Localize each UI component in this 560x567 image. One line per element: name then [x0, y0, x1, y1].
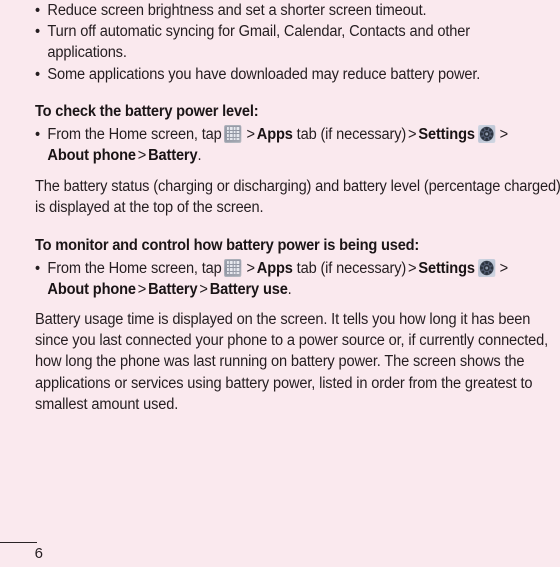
apps-tab-label: Apps [256, 125, 293, 143]
battery-label: Battery [148, 280, 198, 298]
paragraph-battery-status: The battery status (charging or discharg… [35, 178, 560, 217]
list-item-label: Reduce screen brightness and set a short… [47, 2, 427, 19]
page-content: • Reduce screen brightness and set a sho… [35, 0, 560, 415]
paragraph-battery-usage: Battery usage time is displayed on the s… [35, 311, 548, 413]
settings-label: Settings [418, 259, 475, 277]
tab-note: tab (if necessary) [296, 259, 407, 277]
footer-divider [0, 542, 37, 543]
tab-note: tab (if necessary) [296, 125, 407, 143]
period: . [287, 280, 292, 298]
section-heading-check-battery: To check the battery power level: [35, 102, 259, 120]
page-footer: 6 [0, 533, 560, 567]
about-phone-label: About phone [47, 280, 136, 298]
separator-gt: > [408, 125, 417, 143]
about-phone-label: About phone [47, 147, 136, 165]
separator-gt: > [499, 259, 509, 277]
apps-grid-icon [224, 124, 242, 143]
separator-gt: > [499, 125, 509, 143]
bullet-glyph: • [35, 125, 40, 143]
bullet-glyph: • [35, 65, 40, 83]
battery-tips-list: • Reduce screen brightness and set a sho… [35, 0, 560, 85]
manual-page: • Reduce screen brightness and set a sho… [0, 0, 560, 567]
settings-label: Settings [418, 125, 475, 143]
step-item-monitor-battery-continued: About phone > Battery > Battery use. [35, 279, 541, 300]
bullet-glyph: • [35, 259, 40, 277]
separator-gt: > [199, 280, 208, 298]
separator-gt: > [137, 147, 147, 165]
bullet-glyph: • [35, 23, 40, 41]
apps-grid-icon [224, 258, 242, 277]
step-lead-text: From the Home screen, tap [47, 125, 222, 143]
battery-use-label: Battery use [209, 280, 288, 298]
list-item-label: Turn off automatic syncing for Gmail, Ca… [47, 23, 470, 62]
bullet-glyph: • [35, 2, 40, 19]
step-lead-text: From the Home screen, tap [47, 259, 222, 277]
page-number: 6 [34, 545, 43, 562]
separator-gt: > [137, 280, 147, 298]
list-item: • Turn off automatic syncing for Gmail, … [35, 21, 541, 63]
gear-icon [477, 124, 495, 143]
list-item: • Reduce screen brightness and set a sho… [35, 0, 541, 21]
apps-tab-label: Apps [256, 259, 293, 277]
separator-gt: > [246, 259, 255, 277]
period: . [197, 147, 202, 165]
step-item-check-battery: • From the Home screen, tap > Apps tab (if … [35, 124, 541, 145]
step-item-monitor-battery: • From the Home screen, tap > Apps tab (if … [35, 258, 541, 279]
gear-icon [477, 258, 495, 277]
step-item-check-battery-continued: About phone > Battery. [35, 145, 541, 166]
list-item: • Some applications you have downloaded … [35, 64, 541, 85]
section-heading-monitor-battery: To monitor and control how battery power… [35, 236, 420, 254]
battery-label: Battery [148, 147, 198, 165]
separator-gt: > [246, 125, 255, 143]
list-item-label: Some applications you have downloaded ma… [47, 65, 481, 83]
separator-gt: > [408, 259, 417, 277]
